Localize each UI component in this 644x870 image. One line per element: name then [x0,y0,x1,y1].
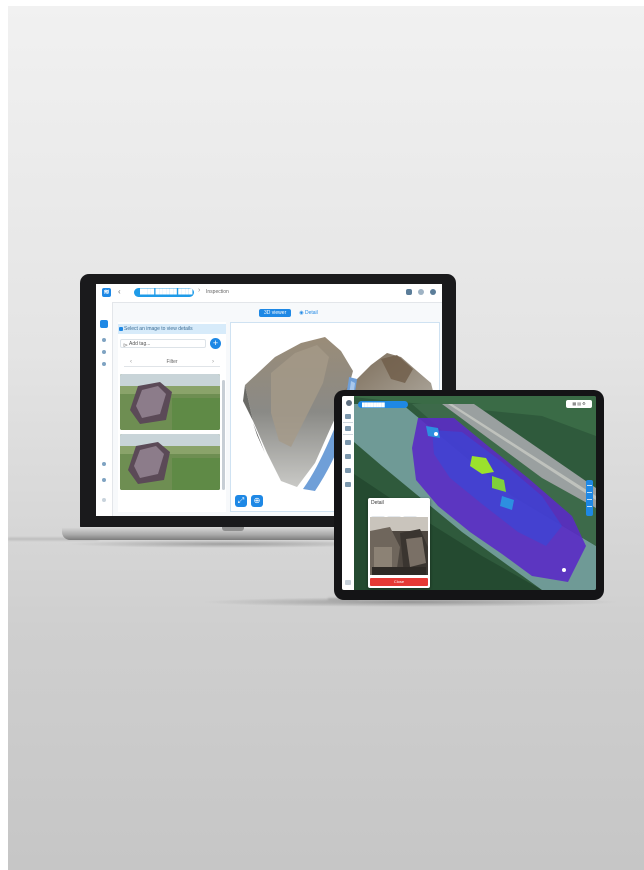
nav-divider [343,434,353,435]
tablet-screen: ████████ ▦ ▤ ⚙ Detail Close [342,396,596,590]
image-panel: Select an image to view details ⊳ Add ta… [118,322,226,512]
filter-select[interactable]: ‹ Filter › [124,358,220,367]
user-avatar[interactable] [346,400,352,406]
nav-settings-icon[interactable] [102,462,106,466]
image-detail-card[interactable]: Detail Close [368,498,430,588]
layers-icon[interactable] [406,289,412,295]
legend-tick [587,492,592,493]
close-card-button[interactable]: Close [370,578,428,586]
image-thumbnail[interactable] [120,434,220,490]
nav-images-icon[interactable] [102,350,106,354]
app-top-bar: ≋ ‹ ████ ██████ ████ › Inspection [96,284,442,303]
nav-measure-icon[interactable] [345,468,351,473]
zoom-icon[interactable]: ⊕ [251,495,263,507]
filter-label: Filter [166,359,178,365]
user-avatar[interactable] [430,289,436,295]
help-icon[interactable] [418,289,424,295]
laptop-notch [222,527,244,531]
chevron-right-icon[interactable]: › [212,358,214,366]
nav-help-icon[interactable] [345,580,351,585]
nav-layers-icon[interactable] [345,426,351,431]
card-tags [371,508,427,521]
nav-divider [343,422,353,423]
project-selector[interactable]: ████████ [358,401,408,408]
app-logo-icon[interactable]: ≋ [102,288,111,297]
tab-3d-viewer[interactable]: 3D viewer [259,309,292,317]
app-sidebar [96,302,113,516]
nav-settings-icon[interactable] [345,482,351,487]
legend-tick [587,499,592,500]
tag-input-text: Add tag... [129,341,151,347]
nav-images-icon[interactable] [345,440,351,445]
back-icon[interactable]: ‹ [118,287,121,296]
nav-collapse-icon[interactable] [102,498,106,502]
info-banner: Select an image to view details [118,324,226,334]
nav-reports-icon[interactable] [345,454,351,459]
heatmap-legend[interactable] [586,480,593,516]
tag-icon: ⊳ [123,343,129,349]
breadcrumb-current[interactable]: Inspection [206,289,229,295]
map-view-controls[interactable]: ▦ ▤ ⚙ [566,400,592,408]
legend-tick [587,485,592,486]
nav-map-icon[interactable] [102,338,106,342]
nav-map-icon[interactable] [345,414,351,419]
nav-help-icon[interactable] [102,478,106,482]
tag-input[interactable]: ⊳ Add tag... [120,339,206,349]
tab-detail[interactable]: ◉ Detail [294,309,323,317]
image-thumbnail[interactable] [120,374,220,430]
project-selector[interactable]: ████ ██████ ████ [134,288,194,297]
panel-scrollbar[interactable] [222,380,225,490]
inspection-photo[interactable] [370,517,428,575]
add-button[interactable]: + [210,338,221,349]
view-tabs: 3D viewer ◉ Detail [259,309,326,318]
nav-home-icon[interactable] [100,320,108,328]
card-title: Detail [371,500,384,506]
breadcrumb-separator: › [198,287,201,294]
expand-icon[interactable]: ⤢ [235,495,247,507]
legend-tick [587,506,592,507]
tablet-sidebar [342,396,354,590]
chevron-left-icon[interactable]: ‹ [130,358,132,366]
nav-reports-icon[interactable] [102,362,106,366]
